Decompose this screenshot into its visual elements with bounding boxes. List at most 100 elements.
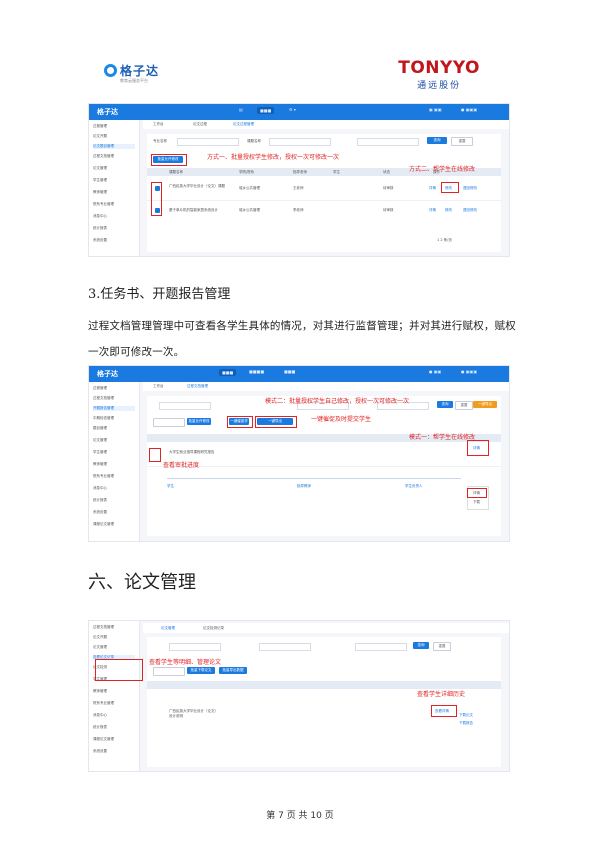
sidebar: 过程文档管理 论文开题 论文管理 查看论文记录 论文检测 学生管理 教师管理 院…: [89, 621, 140, 771]
filter-input[interactable]: [159, 402, 211, 410]
sidebar-item[interactable]: 院系专业管理: [93, 701, 114, 706]
bulk-allow-button[interactable]: 批量允许修改: [187, 418, 211, 425]
reset-button[interactable]: 重置: [451, 137, 473, 146]
row-action-report[interactable]: 下载报告: [459, 721, 473, 726]
sidebar-item[interactable]: 院系专业管理: [93, 474, 114, 479]
sidebar-item[interactable]: 系统设置: [93, 510, 107, 515]
sidebar-item[interactable]: 过程文档管理: [93, 625, 114, 630]
row-action-detail[interactable]: 详情: [429, 208, 436, 213]
row-action-download[interactable]: 下载论文: [459, 713, 473, 718]
filter-label-2: 课题名称: [247, 139, 261, 143]
sidebar-item[interactable]: 课程论文管理: [93, 522, 114, 527]
annotation-text: 查看学生详细历史: [417, 691, 466, 698]
filter-select[interactable]: [357, 138, 419, 146]
row-title: 广西民族大学毕业设计（论文）设计说明: [169, 709, 218, 718]
sidebar-item[interactable]: 消息中心: [93, 214, 107, 219]
sidebar-item[interactable]: 系统设置: [93, 238, 107, 243]
tab-process[interactable]: 论文过程: [193, 122, 207, 127]
sidebar-item[interactable]: 教师管理: [93, 462, 107, 467]
filter-input-2[interactable]: [259, 643, 311, 651]
sidebar-item[interactable]: 论文开题: [93, 134, 107, 139]
bulk-export-button[interactable]: 批量导出数据: [219, 667, 247, 674]
row-status: 待审核: [383, 208, 394, 212]
reset-button[interactable]: 重置: [433, 642, 451, 651]
sidebar-item[interactable]: 课程论文管理: [93, 737, 114, 742]
app-topbar: 格子达 ▤ ■■■ ⚙ ▾ ▣ ▣▣ ● ▣▣▣: [89, 104, 509, 120]
sidebar-item[interactable]: 题目管理: [93, 426, 107, 431]
sidebar-item-selected[interactable]: 开题报告管理: [93, 406, 135, 411]
topbar-nav-3[interactable]: ⚙ ▾: [289, 107, 296, 112]
row-divider: [147, 200, 501, 201]
section-heading: 3.任务书、开题报告管理: [88, 287, 231, 302]
topbar-nav-2[interactable]: ■■■: [257, 107, 275, 114]
topbar-notify[interactable]: ▣ ▣▣: [429, 107, 442, 112]
sidebar-item[interactable]: 统计报表: [93, 498, 107, 503]
row-action-return[interactable]: 退回修改: [463, 208, 477, 213]
gezida-logo-text: 格子达: [120, 64, 160, 78]
pagination[interactable]: 1 2 条/页: [437, 238, 452, 243]
row-action-detail[interactable]: 详情: [429, 186, 436, 191]
topbar-notify[interactable]: ● ▣▣: [429, 369, 441, 374]
topbar-nav-1[interactable]: ▤: [239, 107, 243, 112]
filter-input-3[interactable]: [355, 643, 407, 651]
sidebar-item[interactable]: 论文管理: [93, 645, 107, 650]
row-title: 广西民族大学毕业设计（论文）课题: [169, 184, 225, 188]
topbar-nav-3[interactable]: ■■■: [284, 369, 295, 374]
sidebar-item[interactable]: 过程管理: [93, 386, 107, 391]
page-footer: 第 7 页 共 10 页: [266, 811, 334, 821]
export-button[interactable]: 一键导出: [473, 401, 497, 408]
select-dropdown[interactable]: [153, 667, 185, 676]
topbar-nav-2[interactable]: ■■■■: [249, 369, 264, 374]
sidebar-item[interactable]: 统计报表: [93, 725, 107, 730]
sidebar-item[interactable]: 院系专业管理: [93, 202, 114, 207]
menu-item[interactable]: 下载: [473, 500, 480, 505]
filter-input[interactable]: [169, 643, 221, 651]
bulk-allow-button[interactable]: 批量下载论文: [187, 667, 215, 674]
sidebar-item[interactable]: 统计报表: [93, 226, 107, 231]
sidebar-item[interactable]: 教师管理: [93, 689, 107, 694]
search-button[interactable]: 查询: [413, 642, 429, 649]
tab-workbench[interactable]: 工作台: [153, 384, 164, 389]
main-panel: 查询 重置 批量下载论文 批量导出数据 广西民族大学毕业设计（论文）设计说明 查…: [95, 637, 501, 767]
tab-process-docs[interactable]: 过程文档管理: [187, 384, 208, 389]
row-action-return[interactable]: 退回修改: [463, 186, 477, 191]
topbar-user[interactable]: ● ▣▣▣: [461, 369, 477, 374]
tab-check-records[interactable]: 论文检测记录: [203, 626, 224, 631]
sidebar-item[interactable]: 论文开题: [93, 635, 107, 640]
row-teacher: 李老师: [293, 208, 304, 212]
tab-workbench[interactable]: 工作台: [153, 122, 164, 127]
filter-input[interactable]: [177, 138, 239, 146]
section-heading: 六、论文管理: [88, 572, 196, 593]
topbar-nav-1[interactable]: ■■■: [219, 369, 237, 376]
row-divider: [147, 466, 501, 467]
sidebar-item[interactable]: 中期检查管理: [93, 416, 114, 421]
row-action-edit[interactable]: 修改: [445, 208, 452, 213]
sidebar-item[interactable]: 过程文档管理: [93, 396, 114, 401]
topbar-user[interactable]: ● ▣▣▣: [461, 107, 477, 112]
sidebar-item[interactable]: 论文管理: [93, 438, 107, 443]
sidebar-item[interactable]: 学生管理: [93, 450, 107, 455]
sidebar-item[interactable]: 学生管理: [93, 178, 107, 183]
col-header: 学院/院系: [239, 170, 255, 174]
brand-name: TONYYO: [398, 58, 480, 78]
gezida-logo-icon: [104, 64, 117, 77]
row-status: 待审核: [383, 186, 394, 190]
tab-thesis[interactable]: 论文管理: [161, 626, 175, 631]
search-button[interactable]: 查询: [427, 137, 447, 144]
tab-bar: 工作台 论文过程 论文过程管理: [143, 120, 509, 129]
search-button[interactable]: 查询: [437, 401, 453, 408]
sidebar-item[interactable]: 教师管理: [93, 190, 107, 195]
sidebar-item-selected[interactable]: 论文题目管理: [93, 144, 135, 149]
sidebar-item[interactable]: 论文管理: [93, 166, 107, 171]
reset-button[interactable]: 重置: [455, 401, 473, 410]
sidebar-item[interactable]: 消息中心: [93, 486, 107, 491]
sidebar-item[interactable]: 过程管理: [93, 124, 107, 129]
sidebar: 过程管理 论文开题 论文题目管理 过程文档管理 论文管理 学生管理 教师管理 院…: [89, 120, 140, 256]
sidebar-item[interactable]: 过程文档管理: [93, 154, 114, 159]
sidebar-item[interactable]: 消息中心: [93, 713, 107, 718]
tab-bar: 论文管理 论文检测记录: [143, 623, 509, 633]
filter-input-2[interactable]: [269, 138, 331, 146]
sidebar-item[interactable]: 系统设置: [93, 749, 107, 754]
tab-process-manage[interactable]: 论文过程管理: [233, 122, 254, 127]
select-dropdown[interactable]: [153, 418, 185, 427]
